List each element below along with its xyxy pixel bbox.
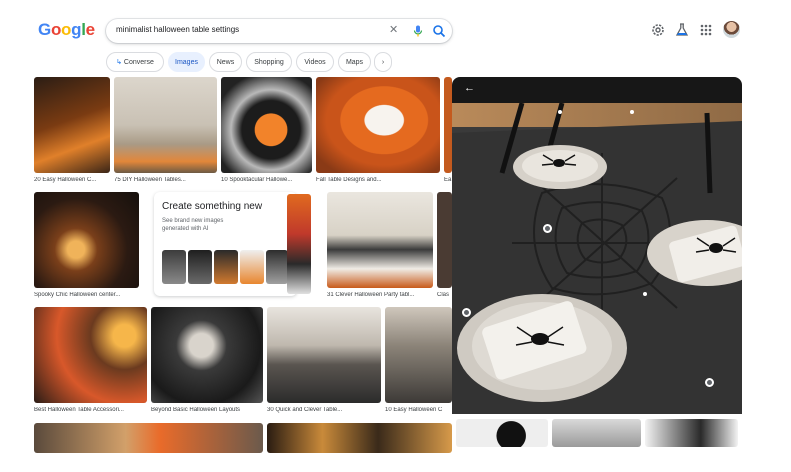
result-image[interactable] — [327, 192, 433, 288]
ai-card-subtitle: See brand new images generated with AI — [162, 218, 224, 232]
ai-thumbnail[interactable] — [240, 250, 264, 284]
ai-card-peek-image — [287, 194, 311, 294]
result-image[interactable] — [34, 307, 147, 403]
ai-thumbnail[interactable] — [214, 250, 238, 284]
avatar[interactable] — [723, 21, 740, 38]
result-image[interactable] — [221, 77, 312, 173]
result-image[interactable] — [437, 192, 452, 288]
chip-label: Shopping — [254, 59, 284, 66]
result-image[interactable] — [316, 77, 440, 173]
chip-label: Maps — [345, 59, 364, 66]
result-caption[interactable]: 31 Clever Halloween Party tabl... — [327, 292, 433, 298]
result-image[interactable] — [444, 77, 452, 173]
flask-icon[interactable] — [674, 22, 690, 38]
chip-scroll-right[interactable]: › — [374, 52, 392, 72]
visual-search-dot[interactable] — [558, 110, 562, 114]
visual-search-hotspot[interactable] — [462, 308, 471, 317]
result-caption[interactable]: Fall Table Designs and... — [316, 177, 440, 183]
chip-label: News — [216, 59, 235, 66]
result-image[interactable] — [267, 307, 381, 403]
result-caption[interactable]: 30 Quick and Clever Table... — [267, 407, 381, 413]
result-image[interactable] — [267, 423, 452, 453]
ai-create-card[interactable]: Create something new See brand new image… — [154, 192, 297, 296]
ai-thumbnail[interactable] — [266, 250, 288, 284]
result-caption[interactable]: 75 DIY Halloween Tables... — [114, 177, 217, 183]
converse-icon: ↳ — [116, 59, 124, 66]
back-arrow-icon[interactable]: ← — [464, 82, 475, 94]
logo-letter: G — [38, 20, 51, 39]
result-caption[interactable]: 10 Spooktacular Hallowe... — [221, 177, 312, 183]
ai-card-title: Create something new — [162, 201, 263, 212]
related-thumbnails — [452, 419, 742, 447]
chip-shopping[interactable]: Shopping — [246, 52, 292, 72]
search-box[interactable]: minimalist halloween table settings ✕ — [106, 19, 452, 43]
result-caption[interactable]: Ea — [444, 177, 452, 183]
result-image[interactable] — [114, 77, 217, 173]
result-image[interactable] — [151, 307, 263, 403]
gear-icon[interactable] — [650, 22, 666, 38]
result-caption[interactable]: Beyond Basic Halloween Layouts — [151, 407, 263, 413]
preview-image[interactable] — [452, 103, 742, 414]
result-caption[interactable]: 10 Easy Halloween C — [385, 407, 452, 413]
result-caption[interactable]: Spooky Chic Halloween center... — [34, 292, 139, 298]
chip-images[interactable]: Images — [168, 52, 205, 72]
apps-grid-icon[interactable] — [698, 22, 714, 38]
chevron-right-icon: › — [381, 59, 385, 66]
chip-news[interactable]: News — [209, 52, 242, 72]
visual-search-hotspot[interactable] — [543, 224, 552, 233]
chip-videos[interactable]: Videos — [296, 52, 334, 72]
related-thumbnail[interactable] — [552, 419, 641, 447]
search-icon[interactable] — [432, 24, 446, 38]
chip-label: Images — [175, 59, 198, 66]
chip-maps[interactable]: Maps — [338, 52, 371, 72]
result-image[interactable] — [34, 423, 263, 453]
search-input[interactable]: minimalist halloween table settings — [116, 25, 239, 34]
result-caption[interactable]: Best Halloween Table Accessori... — [34, 407, 147, 413]
ai-thumbnail[interactable] — [188, 250, 212, 284]
related-thumbnail[interactable] — [456, 419, 548, 447]
result-caption[interactable]: 20 Easy Halloween C... — [34, 177, 110, 183]
logo-letter: o — [50, 20, 62, 39]
chip-converse[interactable]: ↳ Converse — [106, 52, 164, 72]
result-image[interactable] — [34, 77, 110, 173]
close-icon[interactable]: ✕ — [389, 23, 398, 36]
visual-search-dot[interactable] — [643, 292, 647, 296]
image-preview-panel: ← — [452, 77, 742, 447]
chip-label: Videos — [304, 59, 326, 66]
visual-search-dot[interactable] — [630, 110, 634, 114]
result-image[interactable] — [385, 307, 452, 403]
result-image[interactable] — [34, 192, 139, 288]
google-logo[interactable]: Google — [38, 20, 95, 40]
logo-letter: g — [71, 20, 82, 39]
logo-letter: o — [61, 20, 72, 39]
microphone-icon[interactable] — [411, 24, 425, 38]
visual-search-hotspot[interactable] — [705, 378, 714, 387]
result-caption[interactable]: Clas — [437, 292, 452, 298]
ai-thumbnail[interactable] — [162, 250, 186, 284]
chip-label: Converse — [123, 59, 154, 66]
logo-letter: e — [85, 20, 95, 39]
related-thumbnail[interactable] — [645, 419, 738, 447]
panel-header: ← — [452, 77, 742, 103]
